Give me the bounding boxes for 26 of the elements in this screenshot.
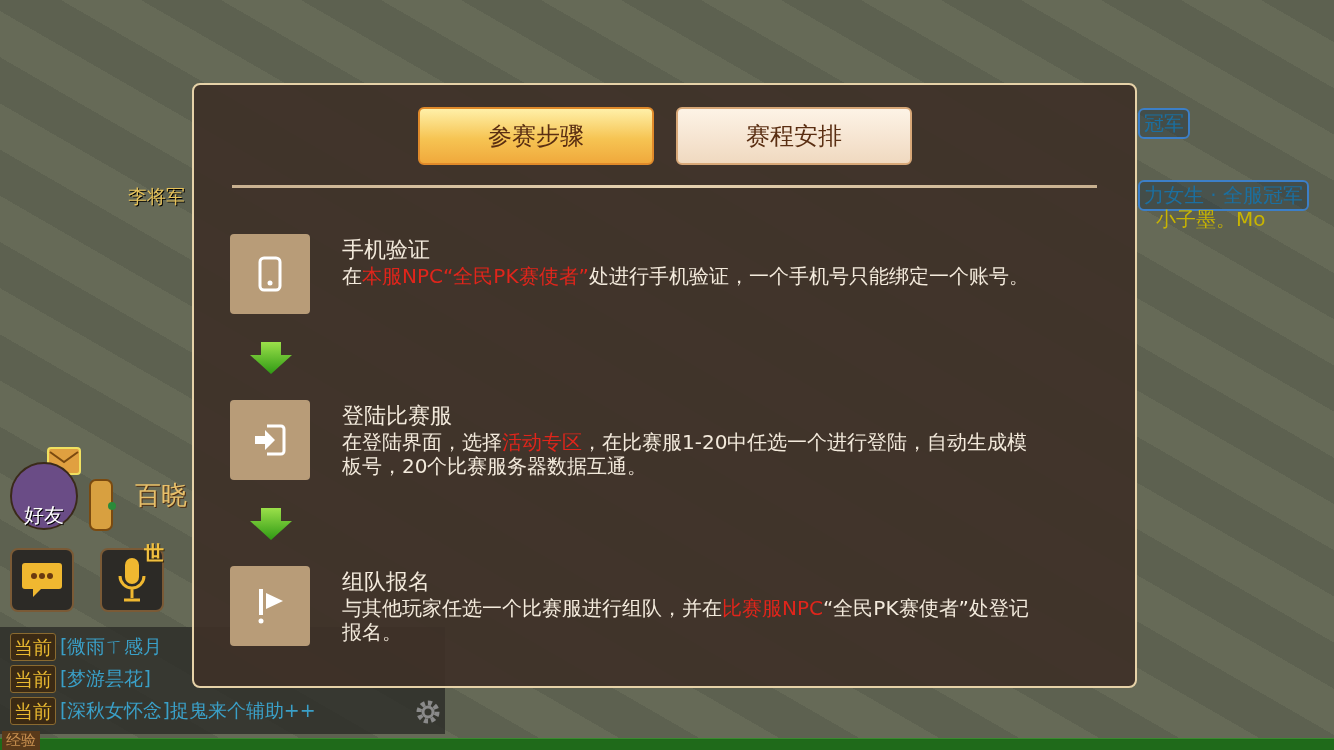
step-title: 登陆比赛服 <box>342 402 453 430</box>
chat-button[interactable] <box>10 548 74 612</box>
login-icon <box>253 423 287 457</box>
down-arrow-icon <box>250 342 292 374</box>
step-description: 与其他玩家任选一个比赛服进行组队，并在比赛服NPC“全民PK赛使者”处登记报名。 <box>342 596 1030 644</box>
step-description: 在登陆界面，选择活动专区，在比赛服1-20中任选一个进行登陆，自动生成模板号，20个比赛服务器数据互通。 <box>342 430 1029 478</box>
tab[interactable]: 赛程安排 <box>675 107 912 165</box>
step-title: 手机验证 <box>342 236 431 264</box>
down-arrow-icon <box>250 508 292 540</box>
chat-message: [微雨ㄒ感月 <box>60 634 163 659</box>
settings-icon <box>414 698 442 726</box>
channel-tag: 当前 <box>10 633 56 661</box>
chat-message: [深秋女怀念]捉鬼来个辅助++ <box>60 698 316 723</box>
speech-bubble-icon <box>21 561 63 599</box>
tab[interactable]: 参赛步骤 <box>417 107 654 165</box>
step-description: 在本服NPC“全民PK赛使者”处进行手机验证，一个手机号只能绑定一个账号。 <box>342 264 1030 288</box>
phone-icon <box>258 256 282 292</box>
npc-name-label: 李将军 <box>128 184 185 209</box>
step-title: 组队报名 <box>342 568 431 596</box>
experience-label: 经验 <box>2 731 40 750</box>
script-label: 百晓 <box>135 479 187 512</box>
world-channel-label: 世 <box>144 540 164 567</box>
chat-message: [梦游昙花] <box>60 666 151 691</box>
channel-tag: 当前 <box>10 665 56 693</box>
player-title-tag: 冠军 <box>1138 108 1190 139</box>
channel-tag: 当前 <box>10 697 56 725</box>
